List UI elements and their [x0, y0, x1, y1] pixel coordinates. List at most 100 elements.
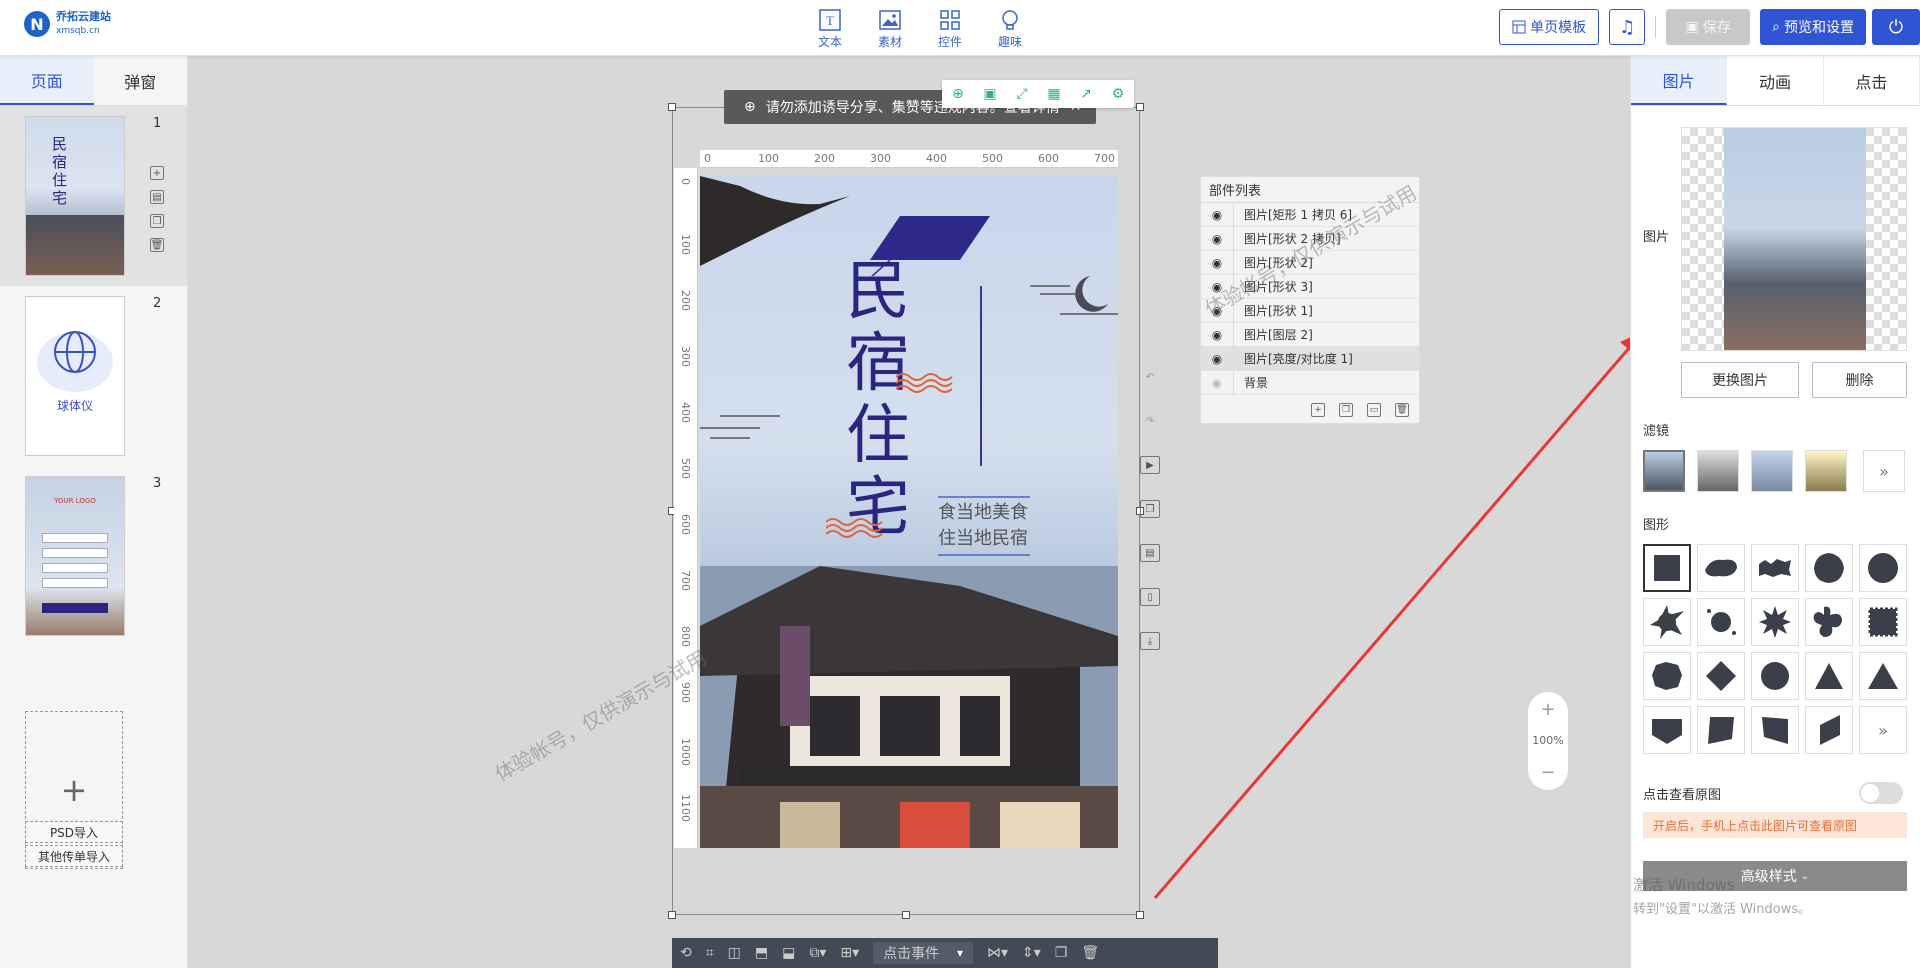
shape-rough[interactable]	[1751, 544, 1799, 592]
copy-page-icon[interactable]: ❐	[150, 214, 164, 228]
page-item[interactable]: YOUR LOGO 3	[0, 466, 187, 646]
layout-icon[interactable]: ▤	[150, 190, 164, 204]
shape-circle-rough[interactable]	[1859, 544, 1907, 592]
resize-handle[interactable]	[668, 103, 676, 111]
page-thumbnail[interactable]: 民宿住宅	[25, 116, 125, 276]
preview-settings-button[interactable]: ⌕ 预览和设置	[1760, 9, 1866, 45]
add-layer-icon[interactable]: +	[1311, 403, 1325, 417]
more-filters-button[interactable]: »	[1863, 450, 1905, 492]
logo[interactable]: N 乔拓云建站 xmsqb.cn	[24, 10, 111, 38]
click-event-dropdown[interactable]: 点击事件 ▾	[873, 942, 973, 964]
zoom-in-icon[interactable]: ⊕	[942, 80, 974, 108]
filter-warm[interactable]	[1805, 450, 1847, 492]
eye-icon[interactable]: ◉	[1201, 232, 1233, 246]
fit-height-icon[interactable]: ⬓	[782, 945, 795, 961]
power-button[interactable]: ⏻	[1872, 9, 1920, 45]
layer-order-icon[interactable]: ⧉▾	[809, 945, 826, 961]
download-icon[interactable]: ⤓	[1140, 632, 1160, 650]
layer-row[interactable]: ◉ 背景	[1201, 370, 1419, 395]
add-page-icon[interactable]: +	[150, 166, 164, 180]
undo-icon[interactable]: ↶	[1140, 368, 1160, 386]
zoom-out-button[interactable]: −	[1540, 762, 1555, 783]
shape-circle[interactable]	[1751, 652, 1799, 700]
shape-square[interactable]	[1643, 544, 1691, 592]
shape-flower[interactable]	[1805, 598, 1853, 646]
shape-quad2[interactable]	[1751, 706, 1799, 754]
tool-material[interactable]: 素材	[860, 9, 920, 50]
fullscreen-icon[interactable]: ⤢	[1006, 80, 1038, 108]
eye-icon[interactable]: ◉	[1201, 256, 1233, 270]
shape-blob[interactable]	[1805, 544, 1853, 592]
more-shapes-button[interactable]: »	[1859, 706, 1907, 754]
crop-icon[interactable]: ⌗	[706, 945, 714, 961]
shape-diamond[interactable]	[1697, 652, 1745, 700]
filter-gray[interactable]	[1697, 450, 1739, 492]
music-button[interactable]: ♫	[1609, 9, 1646, 45]
resize-icon[interactable]: ◫	[728, 945, 741, 961]
tab-click[interactable]: 点击	[1824, 56, 1920, 105]
gear-icon[interactable]: ⚙	[1102, 80, 1134, 108]
shape-splat2[interactable]	[1697, 598, 1745, 646]
resize-handle[interactable]	[668, 911, 676, 919]
tab-animation[interactable]: 动画	[1727, 56, 1824, 105]
save-button[interactable]: ▣ 保存	[1666, 9, 1751, 45]
table-icon[interactable]: ▤	[1140, 544, 1160, 562]
align-icon[interactable]: ⊞▾	[840, 945, 859, 961]
layer-row[interactable]: ◉ 图片[形状 1]	[1201, 298, 1419, 323]
tab-pages[interactable]: 页面	[0, 56, 94, 105]
resize-handle[interactable]	[1136, 911, 1144, 919]
resize-handle[interactable]	[1136, 103, 1144, 111]
tablet-icon[interactable]: ▯	[1140, 588, 1160, 606]
zoom-in-button[interactable]: +	[1540, 699, 1555, 720]
shape-parallelogram[interactable]	[1805, 706, 1853, 754]
flip-icon[interactable]: ⋈▾	[987, 945, 1008, 961]
copy-icon[interactable]: ❐	[1140, 500, 1160, 518]
eye-icon[interactable]: ◉	[1201, 280, 1233, 294]
shape-starburst[interactable]	[1751, 598, 1799, 646]
layer-row[interactable]: ◉ 图片[图层 2]	[1201, 322, 1419, 347]
shape-rough-blob[interactable]	[1643, 652, 1691, 700]
distribute-icon[interactable]: ⇕▾	[1022, 945, 1041, 961]
layer-row[interactable]: ◉ 图片[形状 3]	[1201, 274, 1419, 299]
filter-original[interactable]	[1643, 450, 1685, 492]
delete-image-button[interactable]: 删除	[1812, 362, 1907, 398]
redo-icon[interactable]: ↷	[1140, 412, 1160, 430]
tool-text[interactable]: T 文本	[800, 9, 860, 50]
play-icon[interactable]: ▶	[1140, 456, 1160, 474]
shape-quad1[interactable]	[1697, 706, 1745, 754]
eye-icon[interactable]: ◉	[1201, 304, 1233, 318]
delete-layer-icon[interactable]: 🗑	[1395, 403, 1409, 417]
page-item[interactable]: 民宿住宅 1 + ▤ ❐ 🗑	[0, 106, 187, 286]
psd-import-button[interactable]: PSD导入	[25, 821, 123, 843]
page-thumbnail[interactable]: YOUR LOGO	[25, 476, 125, 636]
tab-popups[interactable]: 弹窗	[94, 56, 188, 105]
fit-width-icon[interactable]: ⬒	[755, 945, 768, 961]
resize-handle[interactable]	[902, 911, 910, 919]
shape-stamp[interactable]	[1859, 598, 1907, 646]
frame-icon[interactable]: ▣	[974, 80, 1006, 108]
layer-row[interactable]: ◉ 图片[亮度/对比度 1]	[1201, 346, 1419, 371]
image-preview[interactable]	[1681, 127, 1907, 351]
delete-page-icon[interactable]: 🗑	[150, 238, 164, 252]
eye-icon[interactable]: ◉	[1201, 352, 1233, 366]
shape-brush[interactable]	[1697, 544, 1745, 592]
filter-blur[interactable]	[1751, 450, 1793, 492]
shape-triangle-alt[interactable]	[1859, 652, 1907, 700]
duplicate-icon[interactable]: ❐	[1055, 945, 1068, 961]
view-original-toggle[interactable]	[1859, 782, 1903, 804]
trash-icon[interactable]: 🗑	[1081, 945, 1099, 961]
rotate-icon[interactable]: ⟲	[680, 945, 692, 961]
tool-fun[interactable]: 趣味	[980, 9, 1040, 50]
eye-icon[interactable]: ◉	[1201, 208, 1233, 222]
change-image-button[interactable]: 更换图片	[1681, 362, 1799, 398]
copy-layer-icon[interactable]: ❐	[1339, 403, 1353, 417]
shape-pentagon[interactable]	[1643, 706, 1691, 754]
tool-widget[interactable]: 控件	[920, 9, 980, 50]
save-element-icon[interactable]: ▦	[1038, 80, 1070, 108]
single-template-button[interactable]: 单页模板	[1499, 9, 1600, 45]
page-item[interactable]: 球体仪 2	[0, 286, 187, 466]
poster-subtitle[interactable]: 食当地美食 住当地民宿	[938, 496, 1030, 556]
folder-icon[interactable]: ▭	[1367, 403, 1381, 417]
poster-canvas[interactable]: 民 宿 住 宅 食当地美食 住当地民宿	[700, 176, 1118, 848]
shape-triangle[interactable]	[1805, 652, 1853, 700]
